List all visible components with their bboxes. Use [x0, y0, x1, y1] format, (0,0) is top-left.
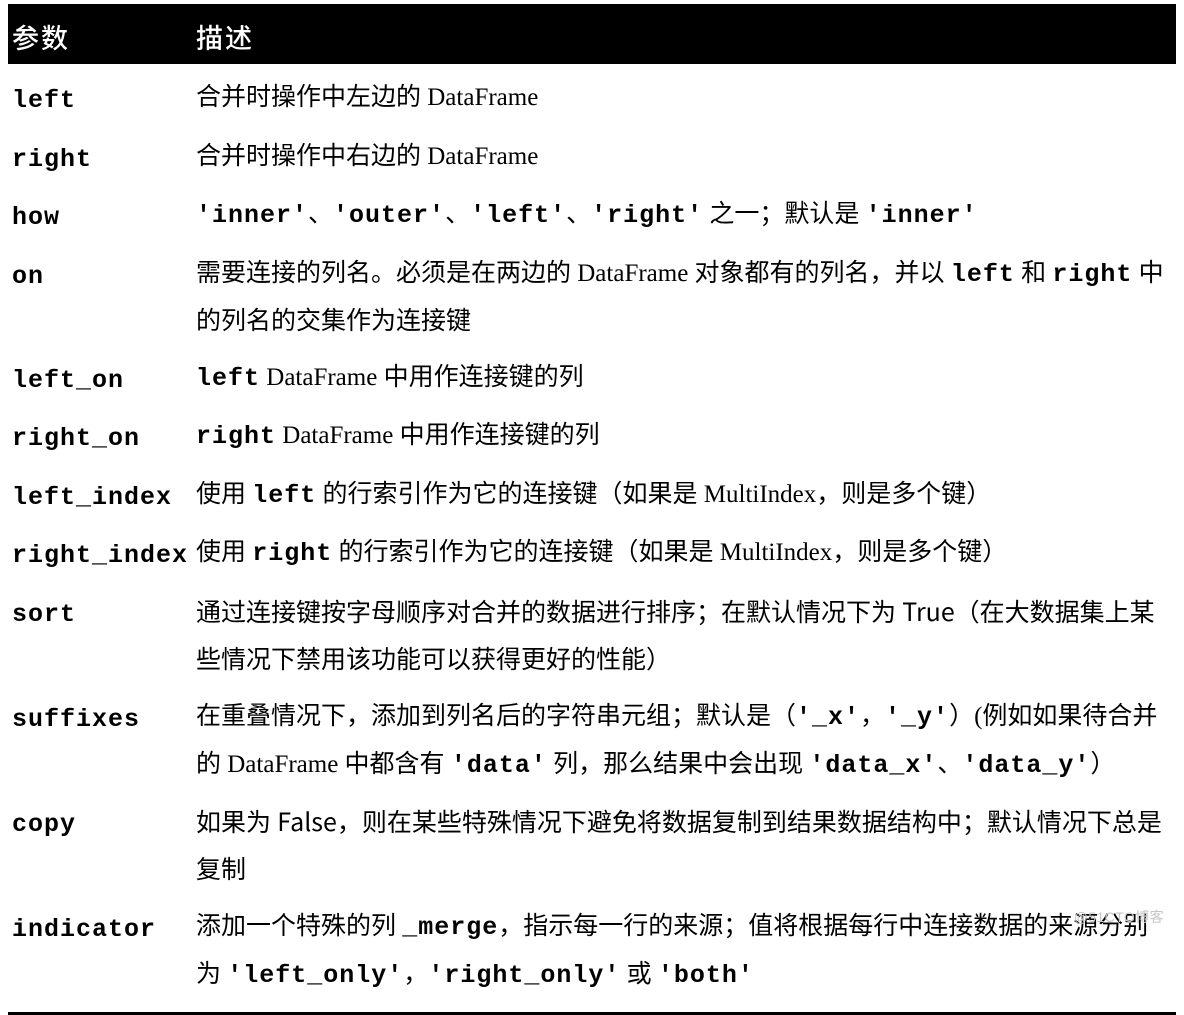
table-row: left 合并时操作中左边的 DataFrame: [8, 70, 1176, 129]
table-row: sort 通过连接键按字母顺序对合并的数据进行排序；在默认情况下为 True（在大…: [8, 584, 1176, 689]
table-header-row: 参数 描述: [8, 7, 1176, 64]
table-body: left 合并时操作中左边的 DataFrame right 合并时操作中右边的 Da…: [8, 64, 1176, 1012]
desc-cell: right DataFrame 中用作连接键的列: [196, 412, 1176, 461]
table-row: on 需要连接的列名。必须是在两边的 DataFrame 对象都有的列名，并以 l…: [8, 246, 1176, 350]
param-cell: sort: [8, 588, 196, 639]
param-cell: indicator: [8, 903, 196, 954]
param-name: right_on: [12, 424, 140, 453]
param-cell: on: [8, 250, 196, 301]
param-cell: how: [8, 191, 196, 242]
desc-cell: 合并时操作中右边的 DataFrame: [196, 133, 1176, 181]
table-row: right 合并时操作中右边的 DataFrame: [8, 129, 1176, 188]
desc-cell: 添加一个特殊的列 _merge，指示每一行的来源；值将根据每行中连接数据的来源分…: [196, 903, 1176, 1000]
watermark: @51CTO博客: [1074, 904, 1164, 931]
param-name: right_index: [12, 541, 188, 570]
table-row: how 'inner'、'outer'、'left'、'right' 之一；默认是…: [8, 187, 1176, 246]
param-name: left_index: [12, 483, 172, 512]
param-name: right: [12, 145, 92, 174]
parameter-table: 参数 描述 left 合并时操作中左边的 DataFrame right 合并时操作中…: [8, 4, 1176, 1015]
table-row: suffixes 在重叠情况下，添加到列名后的字符串元组；默认是（'_x'，'_y…: [8, 689, 1176, 794]
table-row: indicator 添加一个特殊的列 _merge，指示每一行的来源；值将根据每行…: [8, 899, 1176, 1004]
param-name: suffixes: [12, 705, 140, 734]
param-cell: right_on: [8, 412, 196, 463]
param-name: on: [12, 262, 44, 291]
param-cell: right: [8, 133, 196, 184]
table-row: left_on left DataFrame 中用作连接键的列: [8, 350, 1176, 409]
desc-cell: 合并时操作中左边的 DataFrame: [196, 74, 1176, 122]
desc-cell: 在重叠情况下，添加到列名后的字符串元组；默认是（'_x'，'_y'）(例如如果待…: [196, 693, 1176, 790]
param-name: left_on: [12, 366, 124, 395]
desc-cell: 使用 right 的行索引作为它的连接键（如果是 MultiIndex，则是多个…: [196, 529, 1176, 578]
param-cell: suffixes: [8, 693, 196, 744]
param-name: sort: [12, 600, 76, 629]
desc-cell: 通过连接键按字母顺序对合并的数据进行排序；在默认情况下为 True（在大数据集上…: [196, 588, 1176, 685]
param-cell: left_index: [8, 471, 196, 522]
header-param: 参数: [8, 11, 196, 62]
desc-cell: 需要连接的列名。必须是在两边的 DataFrame 对象都有的列名，并以 lef…: [196, 250, 1176, 346]
param-cell: right_index: [8, 529, 196, 580]
param-cell: copy: [8, 798, 196, 849]
desc-cell: left DataFrame 中用作连接键的列: [196, 354, 1176, 403]
desc-cell: 如果为 False，则在某些特殊情况下避免将数据复制到结果数据结构中；默认情况下…: [196, 798, 1176, 895]
param-name: how: [12, 203, 60, 232]
desc-cell: 'inner'、'outer'、'left'、'right' 之一；默认是 'i…: [196, 191, 1176, 240]
desc-cell: 使用 left 的行索引作为它的连接键（如果是 MultiIndex，则是多个键…: [196, 471, 1176, 520]
header-desc: 描述: [196, 11, 1176, 62]
table-row: left_index 使用 left 的行索引作为它的连接键（如果是 MultiI…: [8, 467, 1176, 526]
table-row: copy 如果为 False，则在某些特殊情况下避免将数据复制到结果数据结构中；默…: [8, 794, 1176, 899]
param-name: indicator: [12, 915, 156, 944]
table-row: right_on right DataFrame 中用作连接键的列: [8, 408, 1176, 467]
param-cell: left_on: [8, 354, 196, 405]
table-row: right_index 使用 right 的行索引作为它的连接键（如果是 Mult…: [8, 525, 1176, 584]
param-name: left: [12, 86, 76, 115]
param-cell: left: [8, 74, 196, 125]
param-name: copy: [12, 810, 76, 839]
